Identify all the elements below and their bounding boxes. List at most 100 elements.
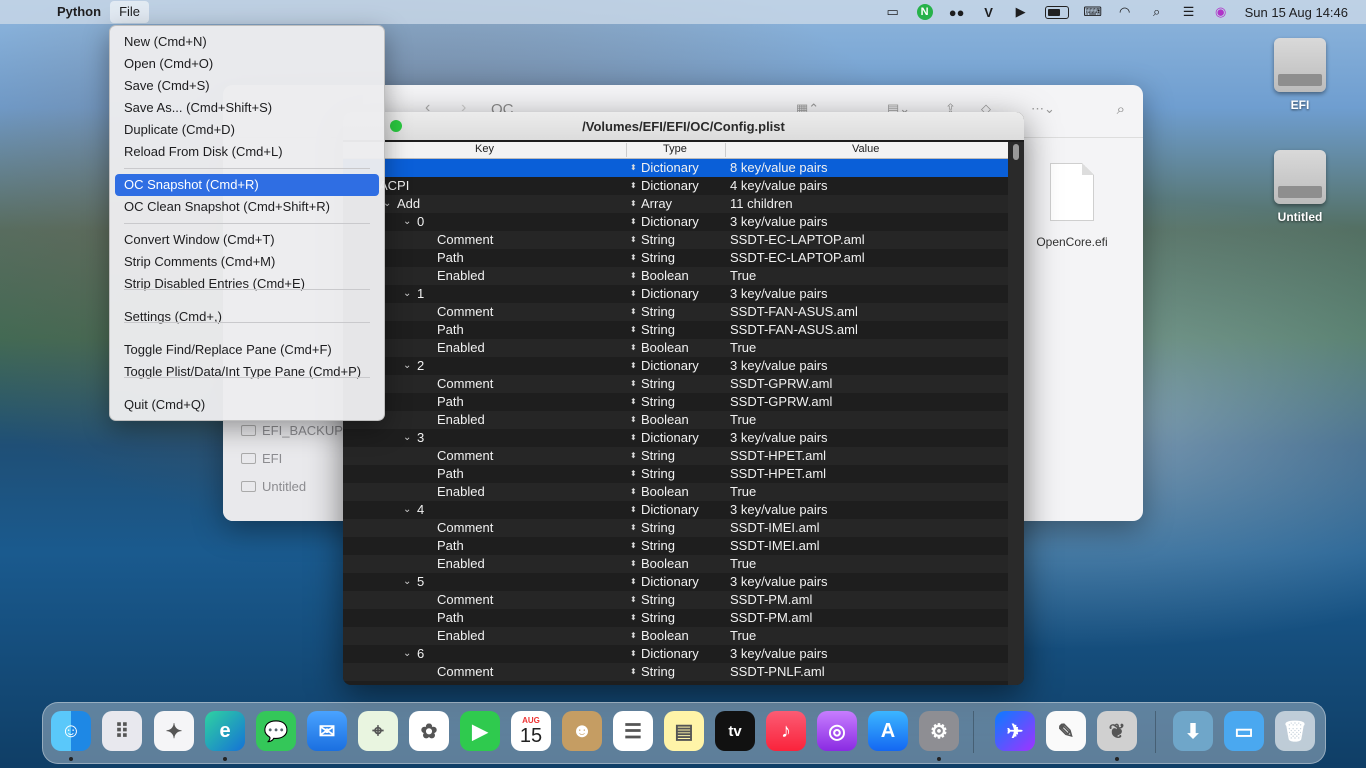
- column-divider[interactable]: [725, 143, 726, 157]
- type-stepper-icon[interactable]: ⬍: [630, 429, 637, 447]
- type-stepper-icon[interactable]: ⬍: [630, 159, 637, 177]
- menu-item-oc-snapshot[interactable]: OC Snapshot (Cmd+R): [115, 174, 379, 196]
- plist-row-type[interactable]: String: [641, 249, 675, 267]
- plist-row-type[interactable]: Boolean: [641, 627, 689, 645]
- dock-safari-icon[interactable]: ✦: [154, 711, 194, 751]
- type-stepper-icon[interactable]: ⬍: [630, 465, 637, 483]
- plist-row-type[interactable]: Boolean: [641, 267, 689, 285]
- type-stepper-icon[interactable]: ⬍: [630, 213, 637, 231]
- wifi-icon[interactable]: ◠: [1117, 4, 1133, 19]
- menu-item-toggle-type-pane[interactable]: Toggle Plist/Data/Int Type Pane (Cmd+P): [115, 361, 379, 383]
- menu-item-quit[interactable]: Quit (Cmd+Q): [115, 394, 379, 416]
- plist-row-key[interactable]: 4: [417, 501, 424, 519]
- dock-downloads-icon[interactable]: ⬇: [1173, 711, 1213, 751]
- file-menu[interactable]: File: [110, 1, 150, 23]
- plist-row-type[interactable]: String: [641, 375, 675, 393]
- type-stepper-icon[interactable]: ⬍: [630, 267, 637, 285]
- menu-item-strip-disabled-entries[interactable]: Strip Disabled Entries (Cmd+E): [115, 273, 379, 295]
- dots-icon[interactable]: ●●: [949, 5, 965, 20]
- menu-clock[interactable]: Sun 15 Aug 14:46: [1245, 5, 1348, 20]
- type-stepper-icon[interactable]: ⬍: [630, 321, 637, 339]
- plist-row-key[interactable]: Enabled: [437, 411, 485, 429]
- dock-calendar-icon[interactable]: AUG 15: [511, 711, 551, 751]
- plist-row-value[interactable]: 11 children: [730, 195, 793, 213]
- keyboard-icon[interactable]: ⌨: [1083, 4, 1102, 19]
- control-center-icon[interactable]: ☰: [1181, 4, 1197, 19]
- plist-row[interactable]: Enabled ⬍ Boolean True: [343, 627, 1008, 645]
- type-stepper-icon[interactable]: ⬍: [630, 591, 637, 609]
- plist-row[interactable]: Path ⬍ String SSDT-IMEI.aml: [343, 537, 1008, 555]
- plist-row-value[interactable]: SSDT-FAN-ASUS.aml: [730, 303, 858, 321]
- menu-item-save-as[interactable]: Save As... (Cmd+Shift+S): [115, 97, 379, 119]
- type-stepper-icon[interactable]: ⬍: [630, 663, 637, 681]
- plist-titlebar[interactable]: /Volumes/EFI/EFI/OC/Config.plist: [343, 112, 1024, 140]
- plist-row-key[interactable]: Comment: [437, 375, 493, 393]
- plist-row[interactable]: Path ⬍ String SSDT-HPET.aml: [343, 465, 1008, 483]
- type-stepper-icon[interactable]: ⬍: [630, 375, 637, 393]
- dock-facetime-icon[interactable]: ▶: [460, 711, 500, 751]
- type-stepper-icon[interactable]: ⬍: [630, 519, 637, 537]
- dock-notes-icon[interactable]: ▤: [664, 711, 704, 751]
- plist-row[interactable]: Path ⬍ String SSDT-EC-LAPTOP.aml: [343, 249, 1008, 267]
- menu-item-convert-window[interactable]: Convert Window (Cmd+T): [115, 229, 379, 251]
- plist-row-value[interactable]: SSDT-GPRW.aml: [730, 393, 832, 411]
- plist-row-key[interactable]: Path: [437, 537, 464, 555]
- plist-row-key[interactable]: Enabled: [437, 483, 485, 501]
- type-stepper-icon[interactable]: ⬍: [630, 339, 637, 357]
- plist-row[interactable]: ⌄ Add ⬍ Array 11 children: [343, 195, 1008, 213]
- menu-item-reload-from-disk[interactable]: Reload From Disk (Cmd+L): [115, 141, 379, 163]
- menu-item-save[interactable]: Save (Cmd+S): [115, 75, 379, 97]
- plist-row-value[interactable]: 4 key/value pairs: [730, 177, 828, 195]
- type-stepper-icon[interactable]: ⬍: [630, 195, 637, 213]
- plist-row[interactable]: Enabled ⬍ Boolean True: [343, 267, 1008, 285]
- disclosure-triangle-icon[interactable]: ⌄: [403, 501, 411, 519]
- plist-row-value[interactable]: True: [730, 627, 756, 645]
- plist-row-key[interactable]: Path: [437, 321, 464, 339]
- plist-row[interactable]: Comment ⬍ String SSDT-PNLF.aml: [343, 663, 1008, 681]
- plist-row[interactable]: Enabled ⬍ Boolean True: [343, 339, 1008, 357]
- dock-propertree-icon[interactable]: ❦: [1097, 711, 1137, 751]
- plist-row-type[interactable]: Array: [641, 195, 672, 213]
- plist-row-type[interactable]: String: [641, 465, 675, 483]
- dock-mail-icon[interactable]: ✉: [307, 711, 347, 751]
- disclosure-triangle-icon[interactable]: ⌄: [403, 573, 411, 591]
- menu-item-toggle-find-replace[interactable]: Toggle Find/Replace Pane (Cmd+F): [115, 339, 379, 361]
- more-icon[interactable]: ⋯⌄: [1031, 101, 1055, 117]
- plist-row[interactable]: Comment ⬍ String SSDT-EC-LAPTOP.aml: [343, 231, 1008, 249]
- plist-row-type[interactable]: Dictionary: [641, 573, 699, 591]
- plist-row-value[interactable]: SSDT-FAN-ASUS.aml: [730, 321, 858, 339]
- type-stepper-icon[interactable]: ⬍: [630, 357, 637, 375]
- plist-row[interactable]: Enabled ⬍ Boolean True: [343, 483, 1008, 501]
- scrollbar-thumb[interactable]: [1013, 144, 1019, 160]
- dock-tv-icon[interactable]: tv: [715, 711, 755, 751]
- plist-row[interactable]: Enabled ⬍ Boolean True: [343, 555, 1008, 573]
- plist-row[interactable]: Path ⬍ String SSDT-PM.aml: [343, 609, 1008, 627]
- menu-item-new[interactable]: New (Cmd+N): [115, 31, 379, 53]
- plist-row-value[interactable]: 3 key/value pairs: [730, 501, 828, 519]
- plist-row-value[interactable]: 3 key/value pairs: [730, 429, 828, 447]
- column-value[interactable]: Value: [852, 143, 879, 155]
- plist-row-type[interactable]: String: [641, 231, 675, 249]
- type-stepper-icon[interactable]: ⬍: [630, 177, 637, 195]
- type-stepper-icon[interactable]: ⬍: [630, 411, 637, 429]
- type-stepper-icon[interactable]: ⬍: [630, 627, 637, 645]
- plist-row-key[interactable]: Add: [397, 195, 420, 213]
- plist-row-type[interactable]: Dictionary: [641, 285, 699, 303]
- plist-row-type[interactable]: Boolean: [641, 411, 689, 429]
- plist-row-value[interactable]: True: [730, 411, 756, 429]
- column-divider[interactable]: [626, 143, 627, 157]
- plist-row-type[interactable]: String: [641, 537, 675, 555]
- plist-row-value[interactable]: 3 key/value pairs: [730, 357, 828, 375]
- plist-row[interactable]: ⌄ 5 ⬍ Dictionary 3 key/value pairs: [343, 573, 1008, 591]
- plist-row-type[interactable]: Dictionary: [641, 429, 699, 447]
- plist-row[interactable]: Comment ⬍ String SSDT-GPRW.aml: [343, 375, 1008, 393]
- plist-row-key[interactable]: Path: [437, 249, 464, 267]
- plist-row-type[interactable]: String: [641, 393, 675, 411]
- plist-row-value[interactable]: SSDT-EC-LAPTOP.aml: [730, 231, 865, 249]
- dock-folder-icon[interactable]: ▭: [1224, 711, 1264, 751]
- dock-messenger-icon[interactable]: ✈: [995, 711, 1035, 751]
- plist-row[interactable]: ⌄ 2 ⬍ Dictionary 3 key/value pairs: [343, 357, 1008, 375]
- sidebar-item-efi[interactable]: EFI: [241, 451, 282, 466]
- plist-row[interactable]: ⌄ 3 ⬍ Dictionary 3 key/value pairs: [343, 429, 1008, 447]
- plist-row-value[interactable]: 8 key/value pairs: [730, 159, 828, 177]
